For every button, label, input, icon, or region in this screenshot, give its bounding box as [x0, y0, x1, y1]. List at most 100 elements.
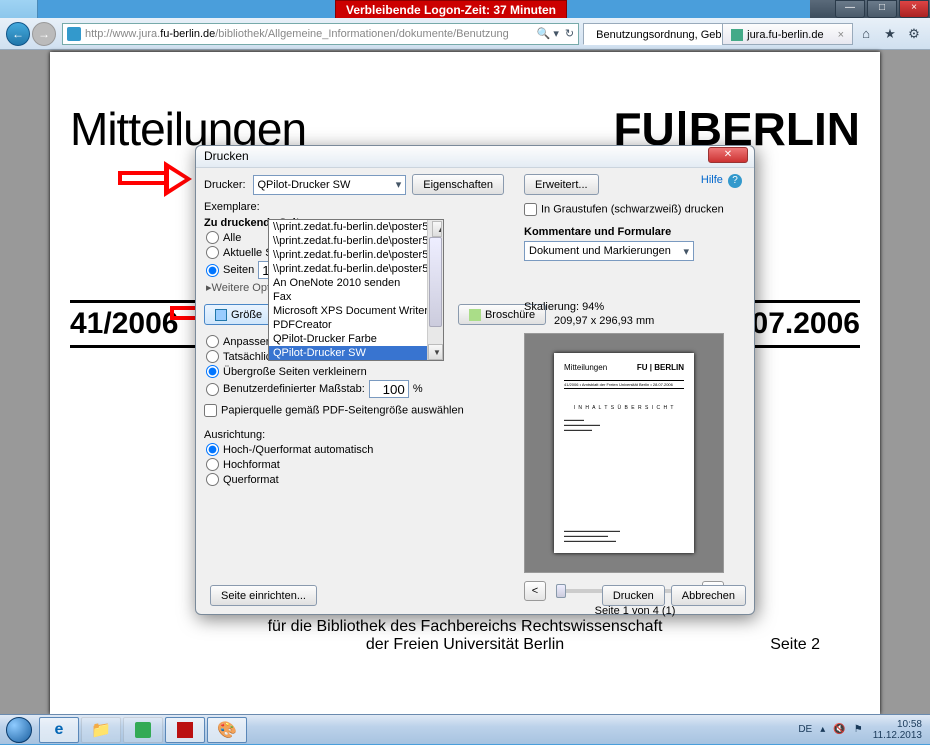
tab-close-icon[interactable]: ×	[838, 29, 844, 41]
copies-label: Exemplare:	[204, 201, 260, 213]
paint-icon: 🎨	[217, 720, 237, 740]
booklet-icon	[469, 309, 481, 321]
printer-option[interactable]: \\print.zedat.fu-berlin.de\poster5_max	[269, 262, 443, 276]
taskbar-paint[interactable]: 🎨	[207, 717, 247, 743]
preview-page: MitteilungenFU | BERLIN 41/2006 • Amtsbl…	[554, 353, 694, 553]
orientation-label: Ausrichtung:	[204, 429, 504, 441]
print-dialog: Drucken ✕ Hilfe ? Drucker: QPilot-Drucke…	[195, 145, 755, 615]
advanced-button[interactable]: Erweitert...	[524, 174, 599, 195]
issue-number: 41/2006	[70, 307, 178, 341]
maximize-button[interactable]: □	[867, 0, 897, 18]
dimensions-info: 209,97 x 296,93 mm	[554, 315, 746, 327]
printer-option[interactable]: \\print.zedat.fu-berlin.de\poster5_a1	[269, 234, 443, 248]
tray-up-icon[interactable]: ▴	[820, 724, 825, 735]
system-tray: DE ▴ 🔇 ⚑ 10:58 11.12.2013	[790, 719, 930, 741]
pages-radio[interactable]	[206, 264, 219, 277]
favorites-icon[interactable]: ★	[880, 24, 900, 44]
printer-option-selected[interactable]: QPilot-Drucker SW	[269, 346, 443, 360]
page-counter: Seite 1 von 4 (1)	[524, 605, 746, 617]
comments-combo[interactable]: Dokument und Markierungen▾	[524, 241, 694, 261]
tab-label: Benutzungsordnung, Gebühre…	[596, 29, 723, 41]
printer-value: QPilot-Drucker SW	[258, 179, 351, 191]
close-button[interactable]: ×	[899, 0, 929, 18]
doc-footer: für die Bibliothek des Fachbereichs Rech…	[50, 618, 880, 654]
current-page-radio[interactable]	[206, 246, 219, 259]
cancel-button[interactable]: Abbrechen	[671, 585, 746, 606]
adobe-icon	[177, 722, 193, 738]
paper-source-checkbox[interactable]	[204, 404, 217, 417]
browser-tools: ⌂ ★ ⚙	[852, 24, 924, 44]
taskbar-explorer[interactable]: 📁	[81, 717, 121, 743]
printer-option[interactable]: \\print.zedat.fu-berlin.de\poster5_a2	[269, 248, 443, 262]
tab-inactive[interactable]: jura.fu-berlin.de ×	[722, 23, 853, 45]
custom-scale-radio[interactable]	[206, 383, 219, 396]
taskbar: e 📁 🎨 DE ▴ 🔇 ⚑ 10:58 11.12.2013	[0, 714, 930, 744]
scale-info: Skalierung: 94%	[524, 301, 746, 313]
home-icon[interactable]: ⌂	[856, 24, 876, 44]
chevron-down-icon: ▾	[396, 178, 402, 191]
url-text: http://www.jura.fu-berlin.de/bibliothek/…	[85, 28, 509, 40]
page-setup-button[interactable]: Seite einrichten...	[210, 585, 317, 606]
size-icon	[215, 309, 227, 321]
grayscale-checkbox[interactable]	[524, 203, 537, 216]
page-number: Seite 2	[770, 636, 820, 654]
window-caption-buttons: — □ ×	[810, 0, 930, 20]
scroll-down-icon[interactable]: ▼	[428, 344, 443, 360]
settings-icon[interactable]: ⚙	[904, 24, 924, 44]
fit-radio[interactable]	[206, 335, 219, 348]
actual-size-radio[interactable]	[206, 350, 219, 363]
scroll-thumb[interactable]	[429, 237, 442, 327]
refresh-icon[interactable]: ↻	[565, 27, 574, 40]
properties-button[interactable]: Eigenschaften	[412, 174, 504, 195]
comments-label: Kommentare und Formulare	[524, 226, 746, 238]
browser-toolbar: ← → http://www.jura.fu-berlin.de/bibliot…	[0, 18, 930, 50]
dialog-close-button[interactable]: ✕	[708, 147, 748, 163]
annotation-arrow-1	[118, 163, 198, 193]
printer-option[interactable]: Microsoft XPS Document Writer	[269, 304, 443, 318]
address-bar[interactable]: http://www.jura.fu-berlin.de/bibliothek/…	[62, 23, 579, 45]
size-button[interactable]: Größe	[204, 304, 273, 325]
forward-button[interactable]: →	[32, 22, 56, 46]
windows-orb-icon	[6, 717, 32, 743]
printer-option[interactable]: \\print.zedat.fu-berlin.de\poster5_a0	[269, 220, 443, 234]
flag-icon[interactable]: ⚑	[854, 724, 863, 735]
printer-label: Drucker:	[204, 179, 253, 191]
search-split-icon[interactable]: 🔍 ▾	[537, 27, 559, 40]
printer-option[interactable]: PDFCreator	[269, 318, 443, 332]
back-button[interactable]: ←	[6, 22, 30, 46]
shrink-radio[interactable]	[206, 365, 219, 378]
chevron-down-icon: ▾	[683, 245, 689, 258]
ie-icon	[67, 27, 81, 41]
logon-timer-bar: Verbleibende Logon-Zeit: 37 Minuten	[335, 0, 567, 20]
taskbar-app[interactable]	[123, 717, 163, 743]
start-button[interactable]	[0, 715, 38, 745]
dialog-titlebar: Drucken ✕	[196, 146, 754, 168]
language-indicator[interactable]: DE	[798, 724, 812, 735]
dialog-title: Drucken	[204, 149, 249, 163]
landscape-radio[interactable]	[206, 473, 219, 486]
print-button[interactable]: Drucken	[602, 585, 665, 606]
taskbar-adobe[interactable]	[165, 717, 205, 743]
favicon-icon	[731, 29, 743, 41]
ie-icon: e	[55, 721, 64, 739]
minimize-button[interactable]: —	[835, 0, 865, 18]
sound-icon[interactable]: 🔇	[833, 724, 845, 735]
dropdown-scrollbar[interactable]: ▲ ▼	[427, 220, 443, 360]
scale-input[interactable]	[369, 380, 409, 398]
printer-option[interactable]: Fax	[269, 290, 443, 304]
auto-orient-radio[interactable]	[206, 443, 219, 456]
printer-option[interactable]: An OneNote 2010 senden	[269, 276, 443, 290]
all-pages-radio[interactable]	[206, 231, 219, 244]
taskbar-ie[interactable]: e	[39, 717, 79, 743]
tab-strip: Benutzungsordnung, Gebühre… jura.fu-berl…	[583, 23, 852, 45]
clock[interactable]: 10:58 11.12.2013	[873, 719, 922, 741]
scroll-up-icon[interactable]: ▲	[432, 221, 442, 237]
tab-label: jura.fu-berlin.de	[747, 29, 823, 41]
printer-dropdown[interactable]: \\print.zedat.fu-berlin.de\poster5_a0 \\…	[268, 219, 444, 361]
app-icon	[135, 722, 151, 738]
print-preview: MitteilungenFU | BERLIN 41/2006 • Amtsbl…	[524, 333, 724, 573]
tab-active[interactable]: Benutzungsordnung, Gebühre…	[583, 23, 723, 45]
portrait-radio[interactable]	[206, 458, 219, 471]
printer-combo[interactable]: QPilot-Drucker SW ▾	[253, 175, 407, 195]
printer-option[interactable]: QPilot-Drucker Farbe	[269, 332, 443, 346]
